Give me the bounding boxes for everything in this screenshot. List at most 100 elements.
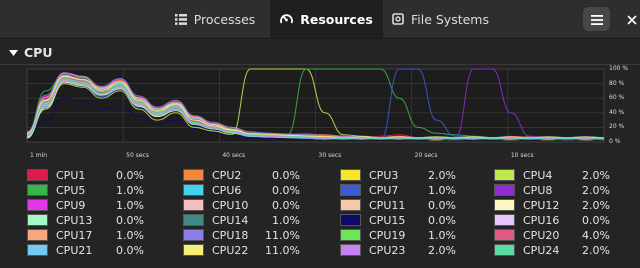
- cpu-usage-value: 2.0%: [582, 168, 610, 182]
- cpu-label: CPU14: [212, 213, 249, 227]
- legend-item-cpu15[interactable]: CPU15: [340, 213, 411, 227]
- cpu-label: CPU9: [56, 198, 86, 212]
- color-swatch[interactable]: [183, 214, 204, 226]
- hamburger-menu-button[interactable]: [583, 7, 610, 31]
- cpu-usage-value: 4.0%: [582, 228, 610, 242]
- color-swatch[interactable]: [27, 229, 48, 241]
- color-swatch[interactable]: [27, 214, 48, 226]
- legend-item-cpu11[interactable]: CPU11: [340, 198, 411, 212]
- color-swatch[interactable]: [340, 184, 361, 196]
- color-swatch[interactable]: [494, 244, 515, 256]
- color-swatch[interactable]: [27, 169, 48, 181]
- color-swatch[interactable]: [494, 184, 515, 196]
- color-swatch[interactable]: [27, 199, 48, 211]
- cpu-usage-value: 0.0%: [428, 213, 456, 227]
- color-swatch[interactable]: [183, 229, 204, 241]
- cpu-label: CPU15: [369, 213, 406, 227]
- cpu-usage-value: 2.0%: [582, 198, 610, 212]
- color-swatch[interactable]: [27, 244, 48, 256]
- cpu-usage-value: 0.0%: [272, 183, 300, 197]
- legend-item-cpu23[interactable]: CPU23: [340, 243, 411, 257]
- legend-item-cpu22[interactable]: CPU22: [183, 243, 254, 257]
- cpu-usage-value: 0.0%: [116, 213, 144, 227]
- cpu-label: CPU10: [212, 198, 249, 212]
- legend-item-cpu9[interactable]: CPU9: [27, 198, 98, 212]
- legend-item-cpu17[interactable]: CPU17: [27, 228, 98, 242]
- gauge-icon: [280, 13, 294, 25]
- cpu-label: CPU21: [56, 243, 93, 257]
- cpu-usage-value: 1.0%: [272, 213, 300, 227]
- color-swatch[interactable]: [183, 199, 204, 211]
- legend-item-cpu5[interactable]: CPU5: [27, 183, 98, 197]
- legend-item-cpu19[interactable]: CPU19: [340, 228, 411, 242]
- legend-item-cpu2[interactable]: CPU2: [183, 168, 254, 182]
- legend-item-cpu18[interactable]: CPU18: [183, 228, 254, 242]
- cpu-usage-value: 0.0%: [272, 168, 300, 182]
- cpu-label: CPU17: [56, 228, 93, 242]
- x-tick-label: 10 secs: [510, 152, 534, 159]
- close-icon: [627, 10, 637, 29]
- legend-item-cpu3[interactable]: CPU3: [340, 168, 411, 182]
- header-bar: Processes Resources File Systems: [0, 0, 640, 39]
- color-swatch[interactable]: [183, 244, 204, 256]
- legend-item-cpu10[interactable]: CPU10: [183, 198, 254, 212]
- tab-label: Processes: [193, 11, 256, 27]
- x-tick-label: 50 secs: [126, 152, 149, 159]
- close-button[interactable]: [624, 10, 640, 28]
- cpu-usage-value: 1.0%: [116, 183, 144, 197]
- cpu-label: CPU8: [523, 183, 553, 197]
- color-swatch[interactable]: [183, 169, 204, 181]
- cpu-usage-value: 1.0%: [116, 228, 144, 242]
- legend-item-cpu14[interactable]: CPU14: [183, 213, 254, 227]
- legend-item-cpu20[interactable]: CPU20: [494, 228, 565, 242]
- cpu-usage-value: 11.0%: [265, 228, 300, 242]
- tab-file-systems[interactable]: File Systems: [383, 0, 498, 38]
- cpu-usage-value: 0.0%: [582, 213, 610, 227]
- legend-item-cpu7[interactable]: CPU7: [340, 183, 411, 197]
- color-swatch[interactable]: [494, 199, 515, 211]
- color-swatch[interactable]: [494, 229, 515, 241]
- list-icon: [174, 13, 187, 25]
- cpu-label: CPU13: [56, 213, 93, 227]
- color-swatch[interactable]: [340, 229, 361, 241]
- cpu-label: CPU11: [369, 198, 406, 212]
- cpu-section-header[interactable]: CPU: [9, 44, 53, 60]
- y-tick-label: 80 %: [609, 79, 625, 87]
- cpu-usage-value: 2.0%: [582, 243, 610, 257]
- cpu-usage-value: 1.0%: [428, 183, 456, 197]
- x-tick-label: 1 min: [30, 152, 48, 159]
- legend-item-cpu24[interactable]: CPU24: [494, 243, 565, 257]
- tab-resources[interactable]: Resources: [270, 0, 383, 38]
- legend-item-cpu8[interactable]: CPU8: [494, 183, 565, 197]
- cpu-usage-value: 11.0%: [265, 243, 300, 257]
- tab-processes[interactable]: Processes: [160, 0, 270, 38]
- color-swatch[interactable]: [183, 184, 204, 196]
- cpu-usage-value: 2.0%: [428, 243, 456, 257]
- cpu-label: CPU1: [56, 168, 86, 182]
- legend-item-cpu4[interactable]: CPU4: [494, 168, 565, 182]
- cpu-usage-value: 0.0%: [116, 243, 144, 257]
- cpu-usage-value: 0.0%: [272, 198, 300, 212]
- legend-item-cpu1[interactable]: CPU1: [27, 168, 98, 182]
- cpu-label: CPU24: [523, 243, 560, 257]
- color-swatch[interactable]: [340, 244, 361, 256]
- y-tick-label: 60 %: [609, 94, 625, 102]
- legend-item-cpu16[interactable]: CPU16: [494, 213, 565, 227]
- cpu-label: CPU16: [523, 213, 560, 227]
- cpu-label: CPU23: [369, 243, 406, 257]
- legend-item-cpu13[interactable]: CPU13: [27, 213, 98, 227]
- y-tick-label: 20 %: [609, 123, 625, 131]
- color-swatch[interactable]: [494, 214, 515, 226]
- legend-item-cpu12[interactable]: CPU12: [494, 198, 565, 212]
- color-swatch[interactable]: [27, 184, 48, 196]
- legend-item-cpu21[interactable]: CPU21: [27, 243, 98, 257]
- cpu-graph-svg: [26, 68, 605, 143]
- cpu-history-graph: [0, 62, 640, 162]
- color-swatch[interactable]: [494, 169, 515, 181]
- legend-item-cpu6[interactable]: CPU6: [183, 183, 254, 197]
- cpu-label: CPU2: [212, 168, 242, 182]
- color-swatch[interactable]: [340, 214, 361, 226]
- color-swatch[interactable]: [340, 199, 361, 211]
- cpu-label: CPU20: [523, 228, 560, 242]
- color-swatch[interactable]: [340, 169, 361, 181]
